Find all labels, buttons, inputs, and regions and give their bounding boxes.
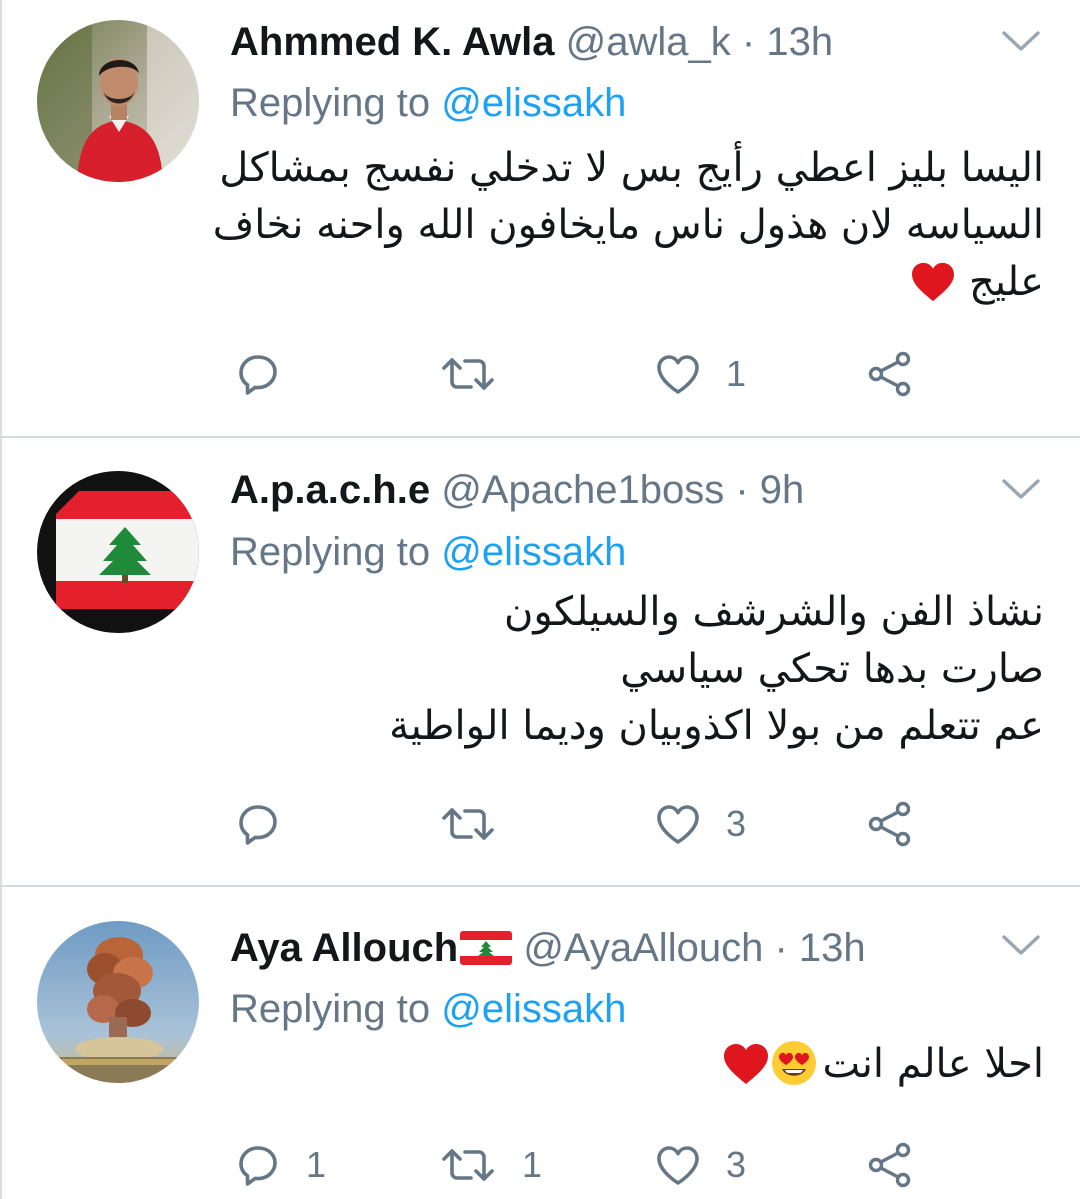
tweet-text-line-with-emoji: احلا عالم انت bbox=[234, 1036, 1044, 1093]
like-icon bbox=[654, 350, 702, 398]
tweet-text-line: عليج bbox=[969, 259, 1044, 305]
retweet-button[interactable]: 1 bbox=[440, 1135, 542, 1195]
reply-button[interactable] bbox=[234, 344, 306, 404]
like-icon bbox=[654, 800, 702, 848]
replying-to-label: Replying to bbox=[230, 81, 431, 125]
reply-icon bbox=[234, 800, 282, 848]
timestamp[interactable]: 13h bbox=[799, 926, 866, 970]
share-icon bbox=[866, 1141, 914, 1189]
separator-dot: · bbox=[774, 926, 788, 970]
heart-eyes-face-emoji-icon bbox=[772, 1041, 817, 1085]
tweet-text-line: صارت بدها تحكي سياسي bbox=[620, 646, 1044, 692]
replying-to-label: Replying to bbox=[230, 987, 431, 1031]
timestamp[interactable]: 13h bbox=[766, 20, 833, 64]
red-heart-emoji-icon bbox=[910, 261, 956, 303]
tweet-text-line: عم تتعلم من بولا اكذوبيان وديما الواطية bbox=[389, 703, 1044, 749]
share-button[interactable] bbox=[866, 344, 914, 404]
tweet-text-line: احلا عالم انت bbox=[822, 1041, 1044, 1087]
red-heart-emoji-icon bbox=[722, 1042, 770, 1086]
like-button[interactable]: 3 bbox=[654, 794, 746, 854]
mention-link[interactable]: @elissakh bbox=[441, 987, 626, 1031]
share-icon bbox=[866, 800, 914, 848]
reply-button[interactable]: 1 bbox=[234, 1135, 326, 1195]
tweet-header: A.p.a.c.h.e @Apache1boss · 9h bbox=[230, 466, 804, 514]
chevron-down-icon[interactable] bbox=[1000, 28, 1042, 54]
mention-link[interactable]: @elissakh bbox=[441, 81, 626, 125]
like-count: 3 bbox=[726, 803, 747, 844]
avatar[interactable] bbox=[37, 471, 199, 633]
user-handle[interactable]: @Apache1boss bbox=[441, 468, 724, 512]
user-handle[interactable]: @AyaAllouch bbox=[523, 926, 763, 970]
mention-link[interactable]: @elissakh bbox=[441, 530, 626, 574]
tweet-actions: 1 bbox=[0, 344, 1080, 404]
retweet-icon bbox=[440, 350, 496, 398]
share-button[interactable] bbox=[866, 1135, 914, 1195]
display-name[interactable]: Ahmmed K. Awla bbox=[230, 20, 555, 64]
display-name[interactable]: Aya Allouch bbox=[230, 926, 458, 970]
tweet-text-line: اليسا بليز اعطي رأيج بس لا تدخلي نفسج بم… bbox=[219, 145, 1044, 191]
tweet-text-line: السياسه لان هذول ناس مايخافون الله واحنه… bbox=[212, 202, 1044, 248]
tweet-item[interactable]: Aya Allouch @AyaAllouch · 13h Replying t… bbox=[0, 887, 1080, 1199]
replying-to-label: Replying to bbox=[230, 530, 431, 574]
avatar[interactable] bbox=[37, 921, 199, 1083]
like-button[interactable]: 1 bbox=[654, 344, 746, 404]
tweet-actions: 3 bbox=[0, 794, 1080, 854]
retweet-icon bbox=[440, 800, 496, 848]
replying-to: Replying to @elissakh bbox=[230, 528, 626, 576]
tweet-text: نشاذ الفن والشرشف والسيلكون صارت بدها تح… bbox=[234, 584, 1044, 755]
separator-dot: · bbox=[735, 468, 749, 512]
tweet-item[interactable]: Ahmmed K. Awla @awla_k · 13h Replying to… bbox=[0, 0, 1080, 438]
tweet-text-line-with-emoji: عليج bbox=[234, 254, 1044, 311]
tweet-actions: 1 1 3 bbox=[0, 1135, 1080, 1195]
retweet-button[interactable] bbox=[440, 794, 522, 854]
separator-dot: · bbox=[741, 20, 756, 64]
reply-count: 1 bbox=[306, 1144, 327, 1185]
replying-to: Replying to @elissakh bbox=[230, 79, 626, 127]
share-button[interactable] bbox=[866, 794, 914, 854]
tweet-header: Ahmmed K. Awla @awla_k · 13h bbox=[230, 18, 833, 66]
share-icon bbox=[866, 350, 914, 398]
tweet-text: احلا عالم انت bbox=[234, 1036, 1044, 1093]
tweet-item[interactable]: A.p.a.c.h.e @Apache1boss · 9h Replying t… bbox=[0, 438, 1080, 887]
lebanon-flag-icon bbox=[460, 931, 513, 965]
like-count: 3 bbox=[726, 1144, 747, 1185]
like-icon bbox=[654, 1141, 702, 1189]
display-name[interactable]: A.p.a.c.h.e bbox=[230, 468, 430, 512]
timestamp[interactable]: 9h bbox=[760, 468, 805, 512]
tweet-text: اليسا بليز اعطي رأيج بس لا تدخلي نفسج بم… bbox=[212, 140, 1044, 311]
replying-to: Replying to @elissakh bbox=[230, 985, 626, 1033]
avatar[interactable] bbox=[37, 20, 199, 182]
like-count: 1 bbox=[726, 353, 747, 394]
reply-button[interactable] bbox=[234, 794, 306, 854]
reply-icon bbox=[234, 350, 282, 398]
retweet-button[interactable] bbox=[440, 344, 522, 404]
retweet-count: 1 bbox=[522, 1144, 543, 1185]
chevron-down-icon[interactable] bbox=[1000, 476, 1042, 502]
retweet-icon bbox=[440, 1141, 496, 1189]
tweet-header: Aya Allouch @AyaAllouch · 13h bbox=[230, 924, 866, 972]
reply-icon bbox=[234, 1141, 282, 1189]
like-button[interactable]: 3 bbox=[654, 1135, 746, 1195]
user-handle[interactable]: @awla_k bbox=[566, 20, 731, 64]
tweet-text-line: نشاذ الفن والشرشف والسيلكون bbox=[504, 589, 1044, 635]
chevron-down-icon[interactable] bbox=[1000, 932, 1042, 958]
